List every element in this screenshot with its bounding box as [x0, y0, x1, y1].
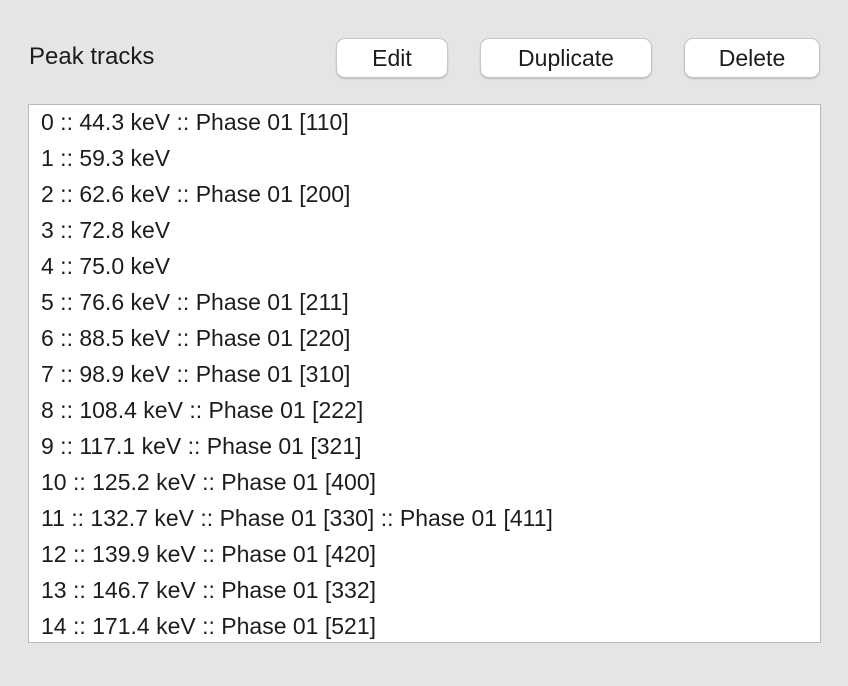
list-item[interactable]: 1 :: 59.3 keV	[41, 140, 553, 176]
duplicate-button[interactable]: Duplicate	[480, 38, 652, 78]
list-item[interactable]: 13 :: 146.7 keV :: Phase 01 [332]	[41, 572, 553, 608]
list-item[interactable]: 8 :: 108.4 keV :: Phase 01 [222]	[41, 392, 553, 428]
list-item[interactable]: 7 :: 98.9 keV :: Phase 01 [310]	[41, 356, 553, 392]
list-item[interactable]: 3 :: 72.8 keV	[41, 212, 553, 248]
delete-button[interactable]: Delete	[684, 38, 820, 78]
peak-tracks-list-items: 0 :: 44.3 keV :: Phase 01 [110] 1 :: 59.…	[41, 105, 553, 642]
list-item[interactable]: 2 :: 62.6 keV :: Phase 01 [200]	[41, 176, 553, 212]
peak-tracks-list[interactable]: 0 :: 44.3 keV :: Phase 01 [110] 1 :: 59.…	[28, 104, 821, 643]
edit-button[interactable]: Edit	[336, 38, 448, 78]
list-item[interactable]: 9 :: 117.1 keV :: Phase 01 [321]	[41, 428, 553, 464]
list-item[interactable]: 10 :: 125.2 keV :: Phase 01 [400]	[41, 464, 553, 500]
list-item[interactable]: 0 :: 44.3 keV :: Phase 01 [110]	[41, 105, 553, 140]
list-item[interactable]: 4 :: 75.0 keV	[41, 248, 553, 284]
list-item[interactable]: 5 :: 76.6 keV :: Phase 01 [211]	[41, 284, 553, 320]
list-item[interactable]: 14 :: 171.4 keV :: Phase 01 [521]	[41, 608, 553, 642]
peak-tracks-label: Peak tracks	[29, 43, 155, 70]
list-item[interactable]: 6 :: 88.5 keV :: Phase 01 [220]	[41, 320, 553, 356]
list-item[interactable]: 11 :: 132.7 keV :: Phase 01 [330] :: Pha…	[41, 500, 553, 536]
list-item[interactable]: 12 :: 139.9 keV :: Phase 01 [420]	[41, 536, 553, 572]
